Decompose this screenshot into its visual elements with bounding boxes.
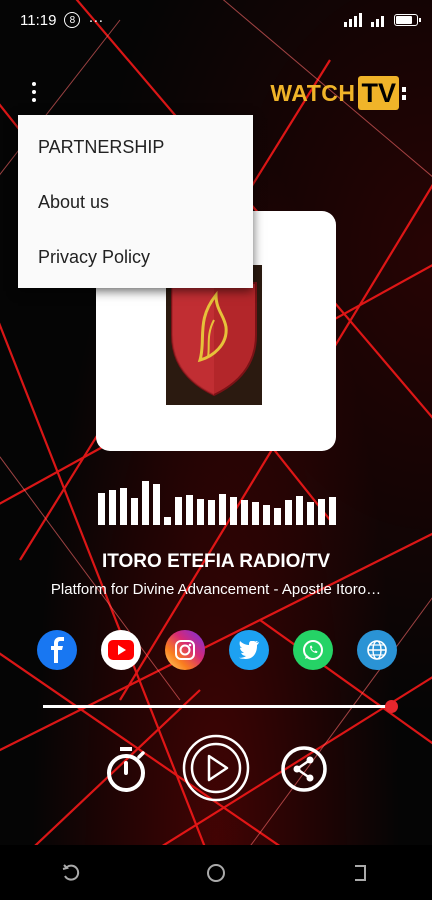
status-bar: 11:19 8 ··· [0, 0, 432, 40]
visualizer-bar [307, 502, 314, 525]
signal-icon-2 [371, 16, 384, 27]
player-controls [0, 734, 432, 802]
status-time: 11:19 [20, 11, 57, 29]
visualizer-bar [109, 490, 116, 525]
home-icon[interactable] [205, 862, 227, 884]
youtube-icon[interactable] [101, 630, 141, 670]
menu-item-about-us[interactable]: About us [18, 178, 253, 226]
share-icon[interactable] [280, 745, 328, 793]
globe-icon[interactable] [357, 630, 397, 670]
visualizer-bar [208, 500, 215, 525]
visualizer-bar [318, 499, 325, 525]
play-icon [182, 734, 250, 802]
play-button[interactable] [182, 734, 250, 802]
seek-progress [43, 705, 391, 708]
visualizer-bar [120, 488, 127, 525]
notification-badge: 8 [64, 12, 81, 28]
whatsapp-icon[interactable] [293, 630, 333, 670]
visualizer-bar [285, 500, 292, 525]
signal-icon [344, 13, 362, 27]
visualizer-bar [164, 517, 171, 525]
system-nav-bar [0, 845, 432, 900]
social-links [37, 630, 397, 670]
recent-apps-icon[interactable] [61, 862, 83, 884]
visualizer-bar [274, 508, 281, 525]
watch-tv-button[interactable]: WATCH TV [270, 76, 406, 110]
visualizer-bar [329, 497, 336, 525]
seek-thumb[interactable] [385, 700, 398, 713]
visualizer-bar [131, 498, 138, 525]
visualizer-bar [98, 493, 105, 525]
twitter-icon[interactable] [229, 630, 269, 670]
visualizer-bar [296, 496, 303, 525]
watch-label: WATCH [270, 79, 356, 106]
visualizer-bar [230, 497, 237, 525]
visualizer-bar [197, 499, 204, 525]
status-more-dots: ··· [88, 11, 104, 29]
menu-item-partnership[interactable]: PARTNERSHIP [18, 123, 253, 171]
menu-item-privacy-policy[interactable]: Privacy Policy [18, 233, 253, 281]
visualizer-bar [252, 502, 259, 525]
battery-icon [394, 14, 421, 26]
station-title: ITORO ETEFIA RADIO/TV [101, 551, 330, 572]
tv-label: TV [358, 76, 399, 110]
back-icon[interactable] [349, 862, 371, 884]
facebook-icon[interactable] [37, 630, 77, 670]
visualizer-bar [186, 495, 193, 525]
visualizer-bar [219, 494, 226, 525]
visualizer-bar [263, 505, 270, 525]
visualizer-bar [241, 500, 248, 525]
visualizer-bar [142, 481, 149, 525]
audio-visualizer [98, 480, 336, 525]
visualizer-bar [175, 497, 182, 525]
instagram-icon[interactable] [165, 630, 205, 670]
timer-icon[interactable] [102, 744, 150, 796]
overflow-menu: PARTNERSHIP About us Privacy Policy [18, 115, 253, 288]
tv-bars-icon [402, 86, 406, 100]
station-subtitle: Platform for Divine Advancement - Apostl… [50, 581, 382, 598]
more-vert-icon[interactable] [24, 80, 44, 104]
visualizer-bar [153, 484, 160, 525]
seek-bar[interactable] [43, 700, 398, 714]
